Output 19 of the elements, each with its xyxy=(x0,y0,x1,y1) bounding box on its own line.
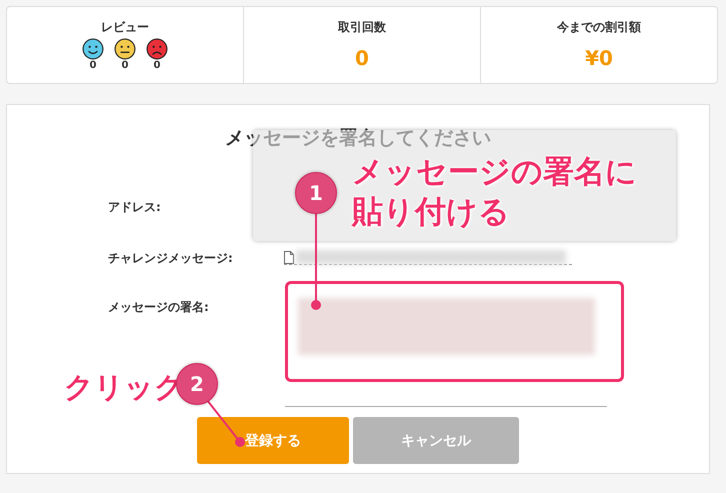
document-icon xyxy=(284,250,294,264)
review-count: 0 xyxy=(122,60,128,71)
review-label: レビュー xyxy=(101,19,149,36)
stat-label: 取引回数 xyxy=(338,19,386,36)
stat-value: ¥0 xyxy=(585,46,613,70)
field-label: チャレンジメッセージ: xyxy=(108,250,234,267)
cancel-button[interactable]: キャンセル xyxy=(353,417,519,464)
happy-face-icon xyxy=(82,38,104,60)
form-title: メッセージを署名してください xyxy=(224,126,492,151)
stat-value: 0 xyxy=(355,46,369,70)
annotation-text: メッセージの署名に貼り付ける xyxy=(352,153,637,232)
neutral-face-icon xyxy=(114,38,136,60)
review-count: 0 xyxy=(90,60,96,71)
register-button[interactable]: 登録する xyxy=(197,417,349,464)
field-label: アドレス: xyxy=(108,199,162,216)
field-label: メッセージの署名: xyxy=(108,299,210,316)
review-count: 0 xyxy=(154,60,160,71)
stat-label: 今までの割引額 xyxy=(557,19,641,36)
sad-face-icon xyxy=(146,38,168,60)
